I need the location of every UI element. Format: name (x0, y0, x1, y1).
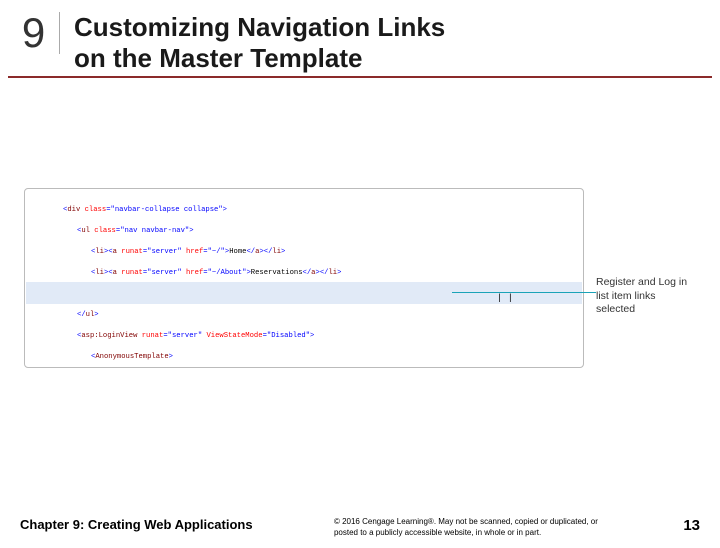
slide-footer: Chapter 9: Creating Web Applications © 2… (0, 517, 720, 538)
chapter-label: Chapter 9: Creating Web Applications (20, 517, 253, 532)
code-line: <AnonymousTemplate> (35, 352, 577, 362)
code-line: <li><a runat="server" href="~/">Home</a>… (35, 247, 577, 257)
code-line (35, 289, 577, 299)
title-line-1: Customizing Navigation Links (74, 12, 445, 43)
slide-title: Customizing Navigation Links on the Mast… (60, 12, 445, 74)
title-line-2: on the Master Template (74, 43, 445, 74)
code-editor-pane: <div class="navbar-collapse collapse"> <… (24, 188, 584, 368)
code-line: <asp:LoginView runat="server" ViewStateM… (35, 331, 577, 341)
code-line: <ul class="nav navbar-nav"> (35, 226, 577, 236)
slide-header: 9 Customizing Navigation Links on the Ma… (8, 8, 712, 78)
text-cursor-icon: | | (497, 293, 513, 303)
code-line: </ul> (35, 310, 577, 320)
copyright-text: © 2016 Cengage Learning®. May not be sca… (318, 517, 618, 538)
callout-leader-line (452, 292, 596, 293)
callout-label: Register and Log in list item links sele… (596, 276, 696, 317)
code-figure: <div class="navbar-collapse collapse"> <… (24, 188, 696, 368)
code-content: <div class="navbar-collapse collapse"> <… (25, 189, 583, 368)
chapter-number: 9 (16, 12, 60, 54)
code-line: <li><a runat="server" href="~/About">Res… (35, 268, 577, 278)
code-line: <div class="navbar-collapse collapse"> (35, 205, 577, 215)
page-number: 13 (683, 517, 700, 534)
